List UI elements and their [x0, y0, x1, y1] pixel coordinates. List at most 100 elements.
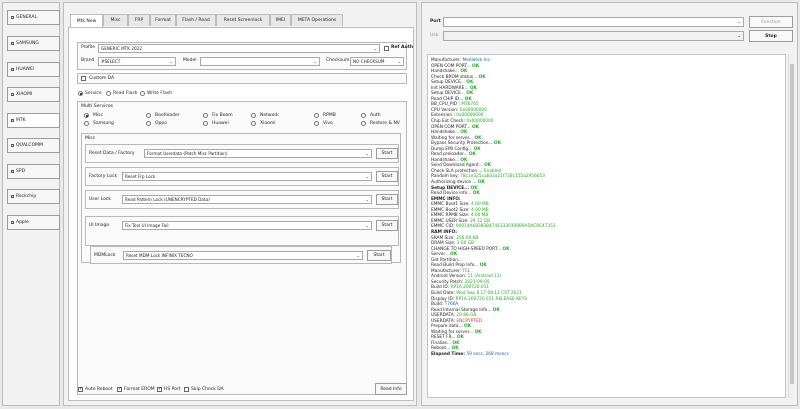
- log-output[interactable]: Manufacturer: Mediatek Inc. OPEN COM PORT…: [427, 54, 786, 398]
- log-line-value: 78c1e325cab03a21f728c155a2956b53: [460, 174, 545, 180]
- tab-imei[interactable]: IMEI: [270, 14, 291, 26]
- service-restore-nv-radio[interactable]: [361, 121, 366, 126]
- misc-title: Misc: [85, 136, 96, 141]
- nav-item-rockchip[interactable]: Rockchip: [7, 189, 60, 204]
- misc-row-start-button[interactable]: Start: [376, 171, 398, 182]
- tab-misc[interactable]: Misc: [103, 14, 128, 26]
- mode-write-flash-label: Write Flash: [147, 91, 173, 96]
- misc-row-label: UI Image: [89, 223, 110, 228]
- misc-row: UI Image Fix Tool UI Image Fail ⌄ Start: [85, 216, 399, 246]
- tab-frp[interactable]: FRP: [128, 14, 150, 26]
- meta-lock-group: MDMLock Reset MDM Lock INFINIX TECNO ⌄ S…: [90, 246, 392, 264]
- skip-check-da-checkbox[interactable]: [184, 387, 189, 392]
- multi-services-title: Multi Services: [81, 104, 114, 109]
- mode-service-radio[interactable]: [78, 91, 83, 96]
- meta-lock-select[interactable]: Reset MDM Lock INFINIX TECNO ⌄: [123, 251, 363, 260]
- log-line-text: Setup DEVICE...: [431, 80, 467, 86]
- square-icon: [11, 119, 14, 122]
- log-line-value: OK: [471, 63, 479, 69]
- log-line-text: USERDATA:: [431, 318, 457, 324]
- tab-meta-operations[interactable]: META Operations: [291, 14, 343, 26]
- custom-da-checkbox[interactable]: [81, 76, 86, 81]
- log-line-text: Android Version:: [431, 274, 468, 280]
- nav-item-huawei[interactable]: HUAWEI: [7, 62, 60, 77]
- log-line-text: Setup DEVICE...: [431, 185, 471, 191]
- usb-select[interactable]: ⌄: [443, 31, 744, 41]
- hs-port-checkbox[interactable]: [157, 386, 162, 392]
- format-erom-checkbox[interactable]: [117, 386, 122, 392]
- checksum-select[interactable]: NO CHECKSUM ⌄: [350, 57, 404, 66]
- read-info-button[interactable]: Read Info: [375, 383, 407, 395]
- log-scrollbar-thumb[interactable]: [790, 64, 794, 384]
- log-line-text: Extension :: [431, 113, 457, 119]
- nav-item-apple[interactable]: Apple: [7, 215, 60, 230]
- meta-lock-start-button[interactable]: Start: [367, 250, 391, 261]
- tab-mtk-new[interactable]: Mtk New: [70, 14, 103, 27]
- log-line-text: Dump EMI Config...: [431, 146, 474, 152]
- service-fix-boom-radio[interactable]: [203, 113, 208, 118]
- nav-item-general[interactable]: GENERAL: [7, 10, 60, 25]
- misc-row: User Lock Read Pattern Lock (UNENCRYPTED …: [85, 190, 399, 209]
- log-line-text: Waiting for server...: [431, 135, 475, 141]
- service-option-label: RPMB: [323, 113, 336, 118]
- service-network-radio[interactable]: [251, 113, 256, 118]
- log-line-value: RP1A.200720.011: [450, 285, 490, 291]
- log-line-text: Chip Ext Check:: [431, 119, 467, 125]
- log-line-text: Handshake...: [431, 69, 461, 75]
- ref-auth-checkbox[interactable]: [384, 46, 389, 51]
- log-line-value: OK: [464, 324, 471, 330]
- service-option-label: Fix Boom: [212, 113, 233, 118]
- service-huawei-radio[interactable]: [203, 121, 208, 126]
- nav-item-mtk[interactable]: MTK: [7, 113, 60, 128]
- service-misc-radio[interactable]: [84, 113, 89, 118]
- auto-reboot-checkbox[interactable]: [78, 386, 83, 392]
- service-oppo-radio[interactable]: [146, 121, 151, 126]
- nav-item-samsung[interactable]: SAMSUNG: [7, 36, 60, 51]
- chevron-down-icon: ⌄: [356, 253, 360, 258]
- misc-row-select[interactable]: Fix Tool UI Image Fail ⌄: [122, 221, 372, 230]
- mode-read-flash-radio[interactable]: [106, 91, 111, 96]
- tab-format[interactable]: Format: [150, 14, 176, 26]
- log-line-value: 0x00000000: [466, 119, 494, 125]
- stop-button[interactable]: Stop: [749, 30, 793, 42]
- nav-item-label: Rockchip: [16, 194, 37, 199]
- square-icon: [11, 16, 14, 19]
- log-line-value: Wed Sep 8 17:08:12 CST 2021: [456, 290, 522, 296]
- nav-item-qualcomm[interactable]: QUALCOMM: [7, 138, 60, 153]
- log-line-value: OK: [477, 180, 485, 186]
- log-scrollbar[interactable]: [788, 54, 794, 398]
- misc-row-start-button[interactable]: Start: [376, 194, 398, 205]
- log-line-text: OPEN COM PORT...: [431, 124, 472, 130]
- log-line-value: 4.00 MB: [470, 213, 489, 219]
- square-icon: [11, 68, 14, 71]
- model-select[interactable]: ⌄: [200, 57, 320, 66]
- mode-service-label: Service: [85, 91, 102, 96]
- log-line-text: EMMC CID:: [431, 224, 456, 230]
- log-line-value: OK: [472, 191, 480, 197]
- nav-item-label: HUAWEI: [16, 67, 35, 72]
- service-bootloader-radio[interactable]: [146, 113, 151, 118]
- service-xiaomi-radio[interactable]: [251, 121, 256, 126]
- service-samsung-radio[interactable]: [84, 121, 89, 126]
- service-vivo-radio[interactable]: [314, 121, 319, 126]
- service-rpmb-radio[interactable]: [314, 113, 319, 118]
- tab-reset-screenlock[interactable]: Reset Screenlock: [216, 14, 270, 26]
- misc-row-select[interactable]: Read Pattern Lock (UNENCRYPTED Data) ⌄: [122, 195, 372, 204]
- function-button[interactable]: Function: [749, 16, 793, 28]
- tab-flash-read[interactable]: Flash / Read: [176, 14, 216, 26]
- nav-item-xiaomi[interactable]: XIAOMI: [7, 87, 60, 102]
- port-select[interactable]: ⌄: [443, 17, 744, 27]
- service-auth-radio[interactable]: [361, 113, 366, 118]
- service-option-label: Auth: [370, 113, 381, 118]
- misc-row-select[interactable]: Format Userdata (Patch Misc Partition) ⌄: [144, 149, 372, 158]
- nav-item-spd[interactable]: SPD: [7, 164, 60, 179]
- misc-row-select[interactable]: Reset Frp Lock ⌄: [122, 172, 372, 181]
- brand-select[interactable]: #SELECT ⌄: [98, 57, 176, 66]
- log-line-text: Read Device info...: [431, 191, 473, 197]
- chevron-down-icon: ⌄: [313, 59, 317, 64]
- misc-row-start-button[interactable]: Start: [376, 148, 398, 159]
- log-line-text: DRAM Size:: [431, 241, 457, 247]
- mode-write-flash-radio[interactable]: [140, 91, 145, 96]
- misc-row-start-button[interactable]: Start: [376, 220, 398, 231]
- profile-select[interactable]: GENERIC MTK 2022 ⌄: [98, 44, 380, 53]
